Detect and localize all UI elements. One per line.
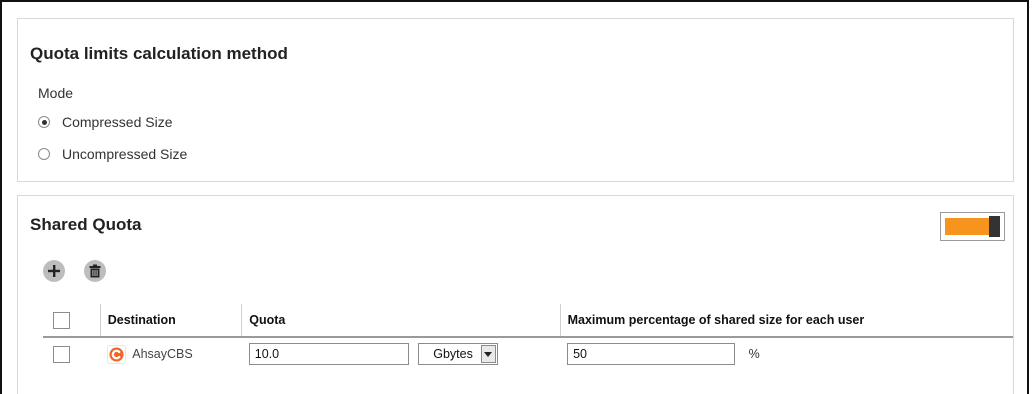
radio-button-selected[interactable] xyxy=(38,116,50,128)
quota-input[interactable] xyxy=(248,343,409,365)
radio-label-uncompressed: Uncompressed Size xyxy=(62,146,188,162)
plus-icon xyxy=(48,265,60,277)
percent-sign: % xyxy=(748,347,760,361)
row-select-cell xyxy=(43,337,100,370)
chevron-down-icon[interactable] xyxy=(480,345,496,363)
radio-label-compressed: Compressed Size xyxy=(62,114,173,130)
radio-uncompressed-size[interactable]: Uncompressed Size xyxy=(38,146,187,162)
max-pct-cell: % xyxy=(560,337,1013,370)
quota-method-panel: Quota limits calculation method Mode Com… xyxy=(17,18,1014,182)
mode-label: Mode xyxy=(38,85,74,101)
shared-quota-toggle[interactable] xyxy=(940,212,1005,241)
table-row: AhsayCBS Gbytes % xyxy=(43,337,1013,370)
add-button[interactable] xyxy=(43,260,65,282)
toggle-on-fill xyxy=(945,218,989,235)
unit-select[interactable]: Gbytes xyxy=(418,343,498,365)
table-header-row: Destination Quota Maximum percentage of … xyxy=(43,304,1013,338)
header-select-all xyxy=(43,304,101,338)
row-checkbox[interactable] xyxy=(53,345,70,363)
quota-method-title: Quota limits calculation method xyxy=(30,44,288,63)
max-percentage-input[interactable] xyxy=(567,343,736,365)
destination-name: AhsayCBS xyxy=(132,347,193,361)
delete-button[interactable] xyxy=(84,260,106,282)
header-destination[interactable]: Destination xyxy=(99,304,242,338)
header-quota[interactable]: Quota xyxy=(241,304,561,338)
radio-compressed-size[interactable]: Compressed Size xyxy=(38,114,173,130)
header-max-percentage[interactable]: Maximum percentage of shared size for ea… xyxy=(559,304,1013,338)
ahsay-logo-icon xyxy=(107,344,127,364)
unit-select-value: Gbytes xyxy=(433,347,473,361)
shared-quota-title: Shared Quota xyxy=(30,215,142,234)
quota-cell: Gbytes xyxy=(242,337,560,370)
destination-cell: AhsayCBS xyxy=(100,337,242,370)
shared-quota-panel: Shared Quota Destination Quota Maximum p… xyxy=(17,195,1014,394)
radio-button[interactable] xyxy=(38,148,50,160)
trash-icon xyxy=(89,264,101,278)
shared-quota-table: Destination Quota Maximum percentage of … xyxy=(43,304,1013,370)
toggle-knob xyxy=(989,216,1000,237)
select-all-checkbox[interactable] xyxy=(53,311,70,329)
